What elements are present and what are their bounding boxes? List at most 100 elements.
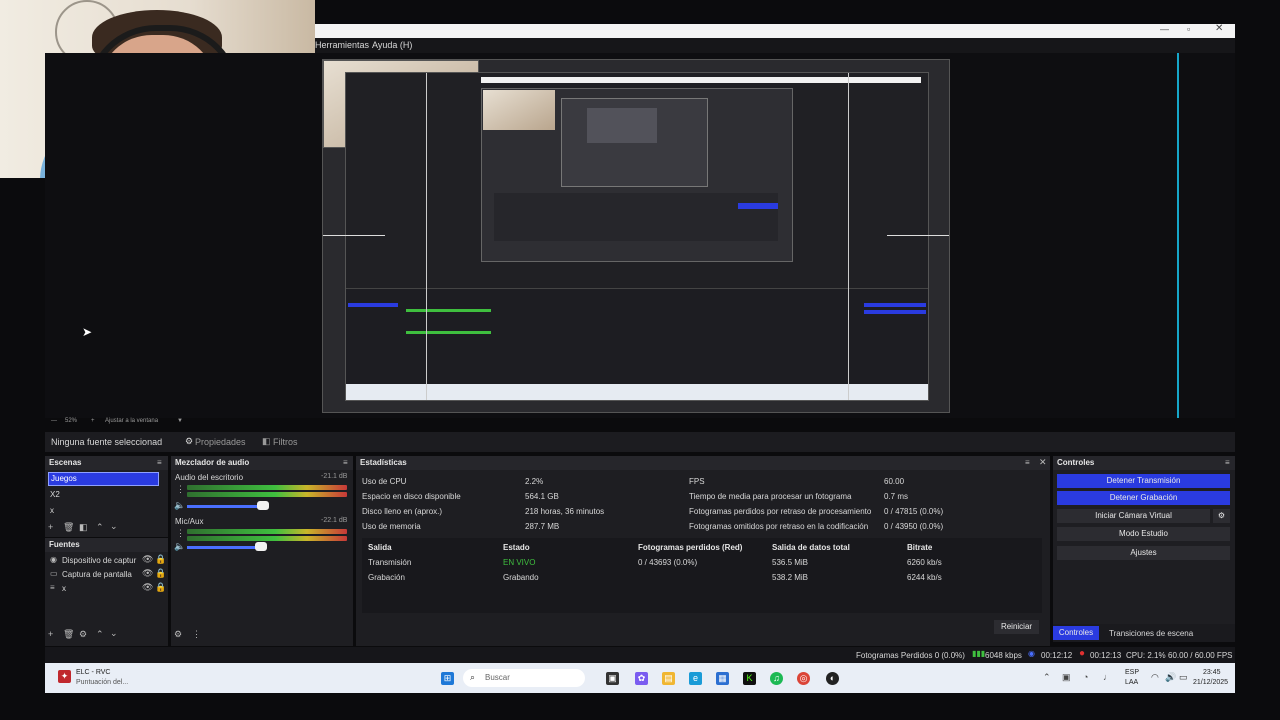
- reset-button[interactable]: Reiniciar: [994, 620, 1039, 634]
- gear-icon[interactable]: ⚙: [174, 629, 182, 640]
- filter-icon[interactable]: ◧: [79, 522, 88, 533]
- dock-menu-icon[interactable]: ≡: [343, 458, 348, 467]
- eye-icon[interactable]: 👁: [142, 554, 153, 565]
- stat-value: 2.2%: [525, 477, 544, 486]
- kick-icon[interactable]: K: [743, 672, 756, 685]
- stop-recording-button[interactable]: Detener Grabación: [1057, 491, 1230, 505]
- taskbar-search[interactable]: ⌕ Buscar: [463, 669, 585, 687]
- speaker-icon[interactable]: 🔈: [174, 500, 185, 511]
- tray-icon[interactable]: ▣: [1062, 672, 1071, 683]
- language-sub: LAA: [1125, 679, 1139, 686]
- stat-label: Fotogramas perdidos por retraso de proce…: [689, 507, 872, 516]
- table-cell: 538.2 MiB: [772, 573, 809, 582]
- menu-bar: Herramientas Ayuda (H): [315, 38, 1235, 53]
- mixer-channel-db: -22.1 dB: [321, 517, 348, 524]
- filters-button[interactable]: Filtros: [273, 437, 298, 447]
- eye-icon[interactable]: 👁: [142, 582, 153, 593]
- dock-menu-icon[interactable]: ≡: [157, 458, 162, 467]
- volume-slider[interactable]: [187, 505, 267, 508]
- task-view-icon[interactable]: ▣: [606, 672, 619, 685]
- virtual-camera-settings-button[interactable]: ⚙: [1213, 509, 1230, 523]
- lock-icon[interactable]: 🔒: [155, 568, 166, 579]
- source-item[interactable]: Captura de pantalla: [62, 570, 132, 579]
- close-icon[interactable]: ✕: [1215, 23, 1223, 34]
- table-cell: 0 / 43693 (0.0%): [638, 558, 698, 567]
- table-cell: 6244 kb/s: [907, 573, 942, 582]
- stat-value: 0 / 47815 (0.0%): [884, 507, 944, 516]
- stop-stream-button[interactable]: Detener Transmisión: [1057, 474, 1230, 488]
- zoom-fit[interactable]: Ajustar a la ventana: [105, 418, 158, 424]
- minimize-icon[interactable]: —: [1160, 24, 1169, 34]
- properties-button[interactable]: Propiedades: [195, 437, 246, 447]
- zoom-out-icon[interactable]: —: [51, 418, 57, 424]
- scenes-title: Escenas: [45, 456, 168, 470]
- lock-icon[interactable]: 🔒: [155, 582, 166, 593]
- kebab-menu-icon[interactable]: ⋮: [176, 484, 185, 495]
- obs-icon[interactable]: ◐: [826, 672, 839, 685]
- edge-icon[interactable]: e: [689, 672, 702, 685]
- close-icon[interactable]: ✕: [1039, 457, 1047, 468]
- add-icon[interactable]: +: [48, 522, 53, 532]
- table-header: Salida de datos total: [772, 543, 850, 552]
- source-item[interactable]: x: [62, 584, 66, 593]
- volume-slider-handle[interactable]: [255, 542, 267, 551]
- add-icon[interactable]: +: [48, 629, 53, 639]
- wifi-icon[interactable]: ◠: [1151, 672, 1159, 683]
- tab-transiciones[interactable]: Transiciones de escena: [1109, 629, 1193, 638]
- kebab-menu-icon[interactable]: ⋮: [176, 528, 185, 539]
- preview-canvas[interactable]: [322, 59, 950, 413]
- menu-herramientas[interactable]: Herramientas: [315, 40, 369, 50]
- settings-button[interactable]: Ajustes: [1057, 546, 1230, 560]
- scene-item[interactable]: X2: [50, 490, 60, 499]
- zoom-in-icon[interactable]: +: [91, 418, 95, 424]
- clock-time[interactable]: 23:45: [1203, 669, 1221, 676]
- volume-icon[interactable]: 🔊: [1165, 672, 1176, 683]
- gear-icon: ⚙: [1217, 511, 1226, 520]
- audio-meter: [187, 492, 347, 497]
- copilot-icon[interactable]: ✿: [635, 672, 648, 685]
- studio-mode-button[interactable]: Modo Estudio: [1057, 527, 1230, 541]
- chrome-icon[interactable]: ◎: [797, 672, 810, 685]
- mixer-title: Mezclador de audio: [171, 456, 353, 470]
- camera-icon: ◉: [50, 555, 57, 564]
- chevron-down-icon[interactable]: ▼: [177, 418, 183, 424]
- taskbar-app-sub: Puntuación del...: [76, 679, 129, 686]
- chevron-down-icon[interactable]: ⌄: [110, 628, 118, 639]
- lock-icon[interactable]: 🔒: [155, 554, 166, 565]
- start-virtual-camera-button[interactable]: Iniciar Cámara Virtual: [1057, 509, 1210, 523]
- speaker-icon[interactable]: 🔈: [174, 541, 185, 552]
- kebab-menu-icon[interactable]: ⋮: [192, 629, 201, 640]
- app-icon[interactable]: ✦: [58, 670, 71, 683]
- menu-ayuda[interactable]: Ayuda (H): [372, 40, 412, 50]
- tray-icon[interactable]: ◔: [1083, 672, 1088, 682]
- trash-icon[interactable]: 🗑: [63, 522, 74, 533]
- chevron-up-icon[interactable]: ⌃: [96, 629, 104, 640]
- controls-title: Controles: [1053, 456, 1235, 470]
- chevron-down-icon[interactable]: ⌄: [110, 521, 118, 532]
- spotify-icon[interactable]: ♫: [770, 672, 783, 685]
- maximize-icon[interactable]: ▫: [1187, 24, 1190, 34]
- no-source-label: Ninguna fuente seleccionad: [51, 437, 163, 447]
- gear-icon[interactable]: ⚙: [79, 629, 87, 640]
- scene-item[interactable]: x: [50, 506, 54, 515]
- list-icon: ≡: [50, 583, 55, 592]
- store-icon[interactable]: ▦: [716, 672, 729, 685]
- scene-item[interactable]: Juegos: [48, 472, 159, 486]
- output-table: Salida Estado Fotogramas perdidos (Red) …: [362, 538, 1042, 613]
- trash-icon[interactable]: 🗑: [63, 629, 74, 640]
- battery-icon[interactable]: ▭: [1179, 672, 1188, 683]
- chevron-up-icon[interactable]: ⌃: [96, 522, 104, 533]
- chevron-up-icon[interactable]: ⌃: [1043, 672, 1051, 683]
- volume-slider[interactable]: [187, 546, 265, 549]
- windows-start-icon[interactable]: ⊞: [441, 672, 454, 685]
- language-indicator[interactable]: ESP: [1125, 669, 1139, 676]
- microphone-icon[interactable]: ♩: [1103, 672, 1112, 682]
- dock-menu-icon[interactable]: ≡: [1025, 458, 1030, 467]
- tab-controles[interactable]: Controles: [1053, 626, 1099, 640]
- folder-icon[interactable]: ▤: [662, 672, 675, 685]
- dock-menu-icon[interactable]: ≡: [1225, 458, 1230, 467]
- volume-slider-handle[interactable]: [257, 501, 269, 510]
- source-item[interactable]: Dispositivo de captur: [62, 556, 136, 565]
- taskbar-app-name[interactable]: ELC - RVC: [76, 669, 111, 676]
- eye-icon[interactable]: 👁: [142, 568, 153, 579]
